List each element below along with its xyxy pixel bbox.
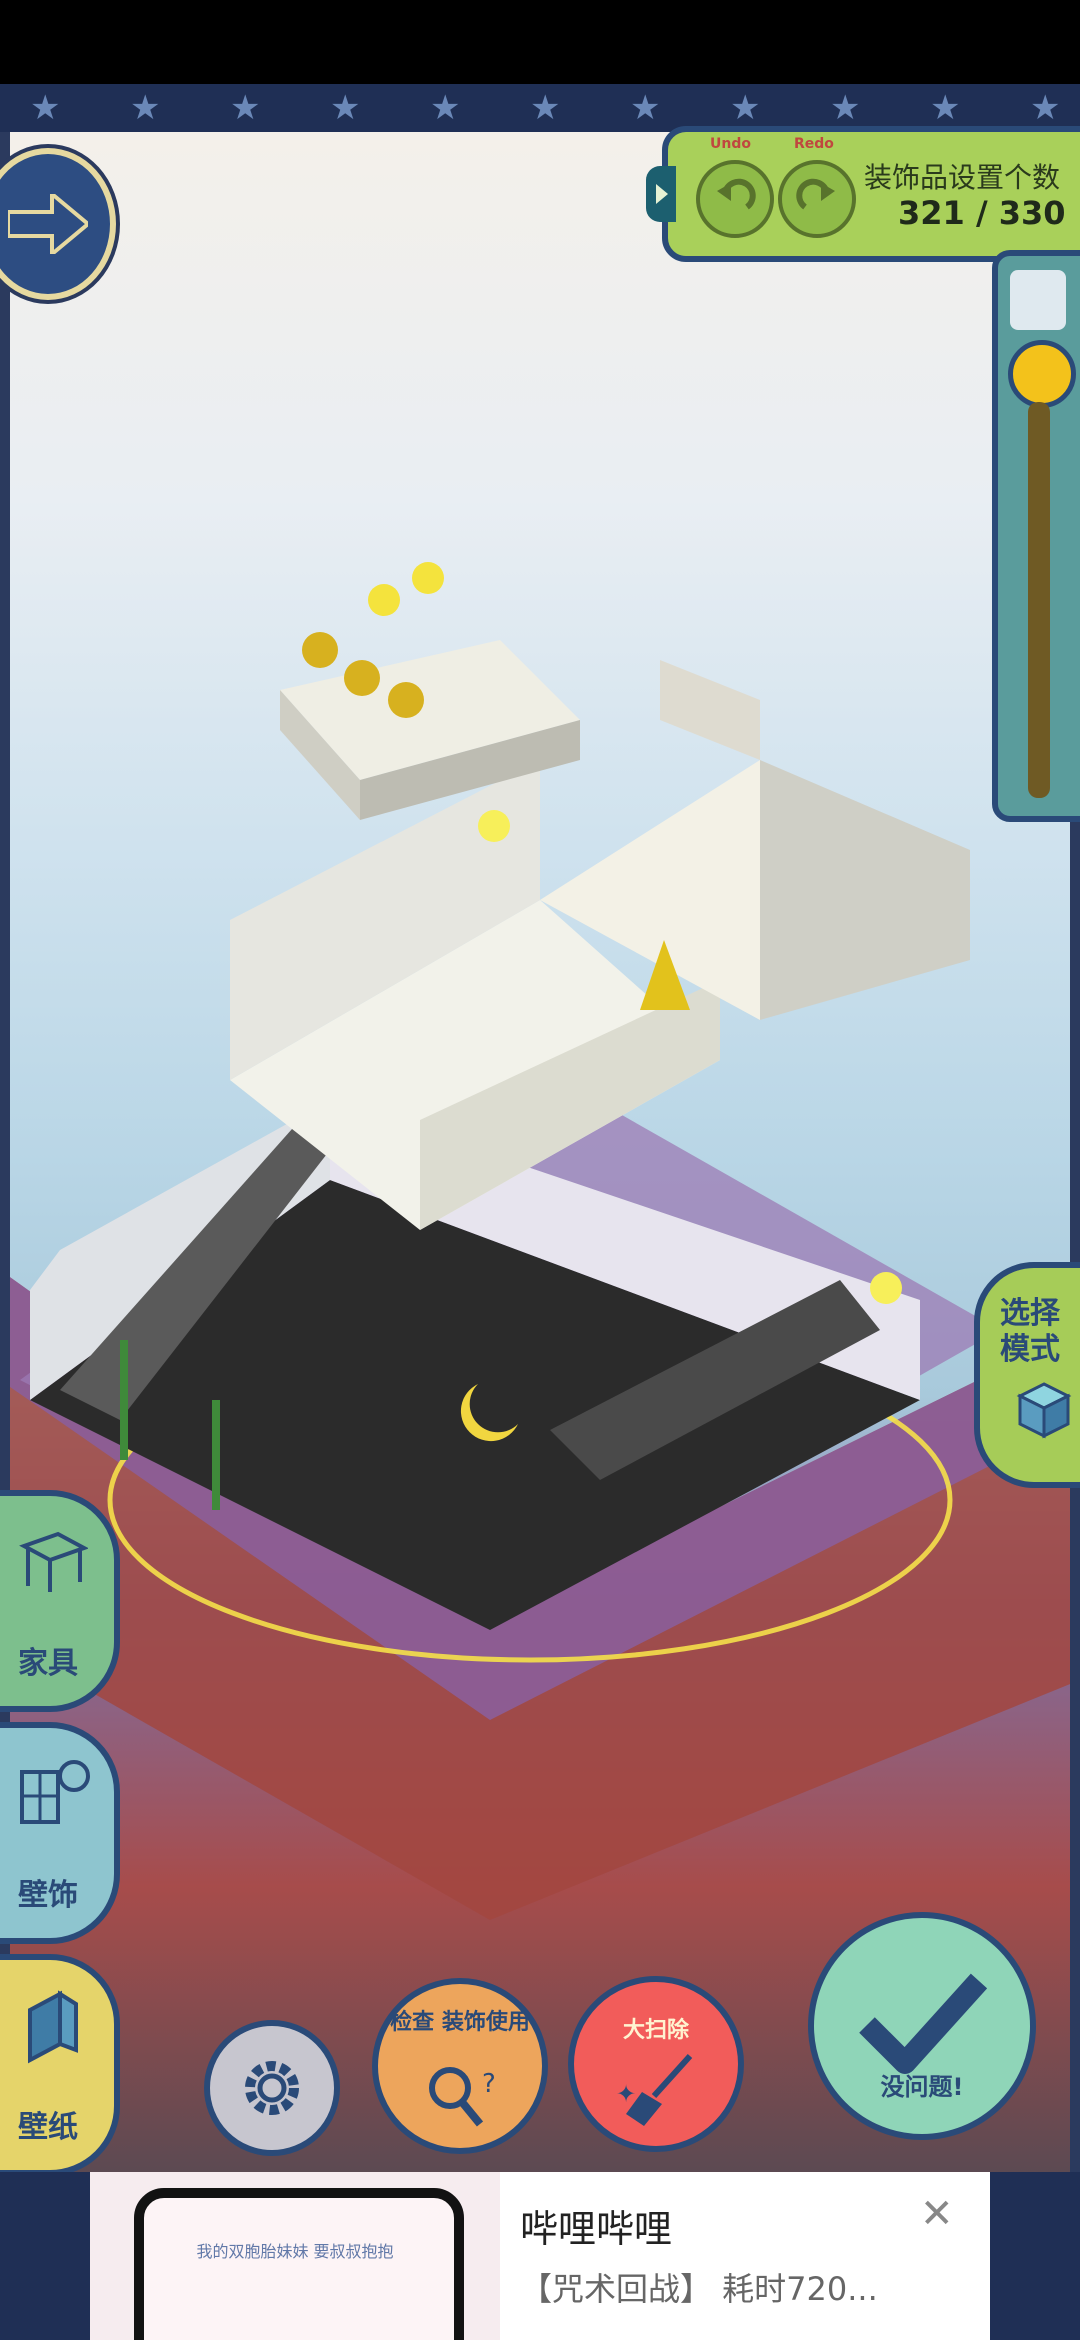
status-bar [0, 0, 1080, 84]
wallpaper-icon [28, 1990, 78, 2064]
svg-text:?: ? [482, 2069, 496, 2099]
wallpaper-category-button[interactable]: 壁纸 [0, 1954, 120, 2176]
undo-label: Undo [710, 136, 751, 152]
chevron-right-icon [656, 184, 668, 204]
floor-height-slider[interactable] [992, 250, 1080, 822]
svg-text:✦: ✦ [616, 2080, 636, 2108]
furniture-category-label: 家具 [18, 1646, 78, 1681]
ad-thumbnail-text: 我的双胞胎妹妹 要叔叔抱抱 [196, 2242, 394, 2261]
cleanup-label: 大扫除 [622, 2018, 689, 2043]
ad-banner[interactable]: 我的双胞胎妹妹 要叔叔抱抱 哔哩哔哩 【咒术回战】 耗时720... ✕ [90, 2172, 990, 2340]
select-mode-button[interactable]: 选择模式 [974, 1262, 1080, 1488]
arrow-right-icon [8, 194, 88, 254]
checkmark-icon [859, 1973, 987, 2074]
magnifier-question-icon: ? [429, 2067, 496, 2127]
slider-knob[interactable] [1008, 340, 1076, 408]
furniture-category-button[interactable]: 家具 [0, 1490, 120, 1712]
window-clock-icon [20, 1760, 90, 1824]
select-mode-label: 选择模式 [1000, 1296, 1060, 1367]
redo-icon [796, 178, 835, 210]
phone-mockup: 我的双胞胎妹妹 要叔叔抱抱 [134, 2188, 464, 2340]
close-icon[interactable]: ✕ [920, 2194, 954, 2234]
table-icon [19, 1531, 88, 1592]
confirm-label: 没问题! [880, 2073, 964, 2101]
settings-button[interactable] [204, 2020, 340, 2156]
game-scene[interactable] [0, 132, 1080, 2172]
check-decoration-usage-label: 检查 装饰使用 [390, 2010, 530, 2035]
collapse-panel-tab[interactable] [646, 166, 676, 222]
redo-label: Redo [794, 136, 834, 152]
ad-title[interactable]: 哔哩哔哩 [520, 2198, 672, 2253]
wall-decoration-category-label: 壁饰 [18, 1878, 78, 1913]
undo-button[interactable] [696, 160, 774, 238]
undo-icon [717, 178, 756, 210]
decoration-counter-panel: Undo Redo 装饰品设置个数 321 / 330 [646, 126, 1080, 262]
ad-subtitle[interactable]: 【咒术回战】 耗时720... [520, 2264, 878, 2310]
counter-value: 321 / 330 [898, 194, 1066, 232]
wallpaper-category-label: 壁纸 [18, 2110, 78, 2145]
cube-icon [1010, 270, 1066, 330]
redo-button[interactable] [778, 160, 856, 238]
counter-title: 装饰品设置个数 [864, 161, 1061, 194]
check-decoration-usage-button[interactable]: 检查 装饰使用 ? [372, 1978, 548, 2154]
slider-track[interactable] [1028, 402, 1050, 798]
isometric-room[interactable] [0, 132, 1080, 2172]
cube-icon [1016, 1382, 1072, 1439]
wall-decoration-category-button[interactable]: 壁饰 [0, 1722, 120, 1944]
cleanup-button[interactable]: 大扫除 ✦ [568, 1976, 744, 2152]
top-star-border: ★ ★ ★ ★ ★ ★ ★ ★ ★ ★ ★ [0, 84, 1080, 132]
ad-thumbnail[interactable]: 我的双胞胎妹妹 要叔叔抱抱 [90, 2172, 500, 2340]
confirm-button[interactable]: 没问题! [808, 1912, 1036, 2140]
gear-icon [245, 2061, 299, 2115]
broom-icon: ✦ [616, 2053, 693, 2126]
